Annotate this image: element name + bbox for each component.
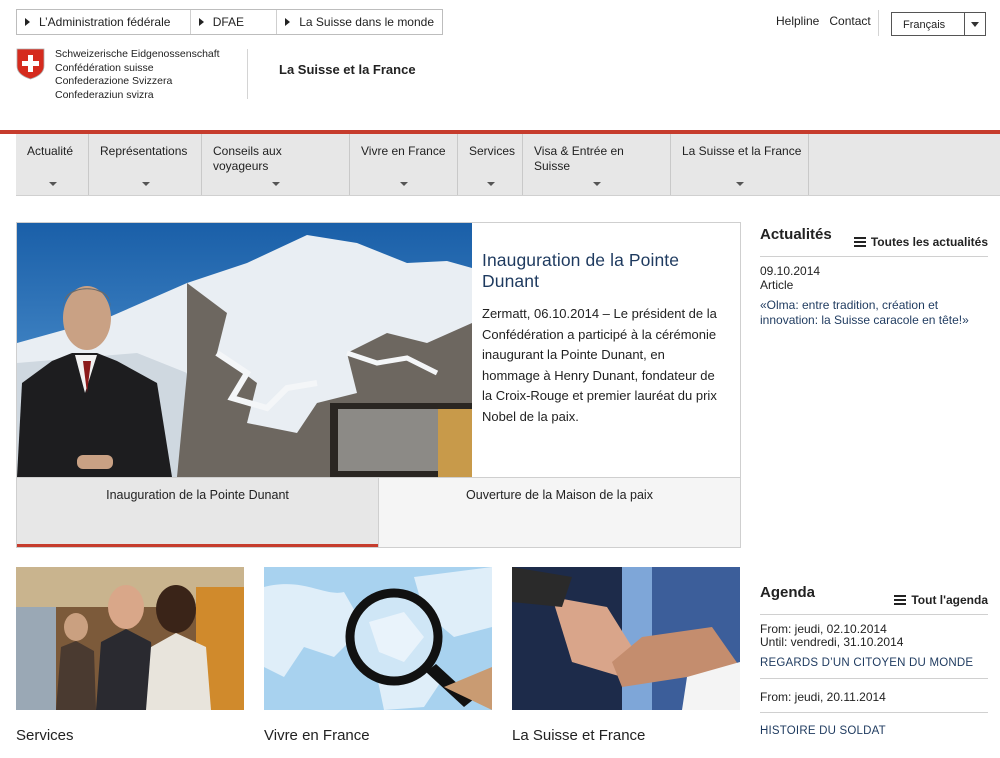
chevron-down-icon <box>736 182 744 186</box>
nav-item-representations[interactable]: Représentations <box>89 134 202 195</box>
chevron-down-icon <box>400 182 408 186</box>
nav-item-label: Représentations <box>100 144 188 158</box>
nav-item-label: Vivre en France <box>361 144 446 158</box>
main-navigation: Actualité Représentations Conseils aux v… <box>16 134 1000 196</box>
nav-item-label: Conseils aux voyageurs <box>213 144 282 173</box>
nav-item-vivre-en-france[interactable]: Vivre en France <box>350 134 458 195</box>
teaser-image-vivre-en-france[interactable] <box>264 567 492 710</box>
chevron-down-icon <box>487 182 495 186</box>
teaser-image-services[interactable] <box>16 567 244 710</box>
hero-tab-maison-paix[interactable]: Ouverture de la Maison de la paix <box>378 478 740 547</box>
breadcrumb-arrow-icon <box>25 18 30 26</box>
all-news-link[interactable]: Toutes les actualités <box>853 235 988 249</box>
teaser-label-vivre-en-france[interactable]: Vivre en France <box>264 727 370 744</box>
chevron-down-icon <box>593 182 601 186</box>
news-type: Article <box>760 278 794 292</box>
list-icon <box>894 595 907 605</box>
confederation-name-fr: Confédération suisse <box>55 61 154 74</box>
list-icon <box>853 237 866 247</box>
hero-tabs: Inauguration de la Pointe Dunant Ouvertu… <box>17 477 740 547</box>
agenda-item-from: From: jeudi, 20.11.2014 <box>760 690 886 704</box>
hero-image[interactable] <box>17 223 472 477</box>
breadcrumb-label: La Suisse dans le monde <box>299 15 435 29</box>
nav-item-suisse-et-france[interactable]: La Suisse et la France <box>671 134 809 195</box>
agenda-header: Agenda Tout l'agenda <box>760 584 988 615</box>
chevron-down-icon <box>142 182 150 186</box>
chevron-down-icon <box>971 21 979 27</box>
hero-tab-pointe-dunant[interactable]: Inauguration de la Pointe Dunant <box>17 478 378 547</box>
logo-divider <box>247 49 248 99</box>
news-heading: Actualités <box>760 226 832 243</box>
breadcrumb: L’Administration fédérale DFAE La Suisse… <box>16 9 443 35</box>
site-title[interactable]: La Suisse et la France <box>279 62 416 77</box>
header-divider <box>878 10 879 36</box>
hero-text: Inauguration de la Pointe Dunant Zermatt… <box>482 250 722 427</box>
chevron-down-icon <box>49 182 57 186</box>
breadcrumb-arrow-icon <box>285 18 291 26</box>
news-header: Actualités Toutes les actualités <box>760 226 988 257</box>
breadcrumb-item-suisse-monde[interactable]: La Suisse dans le monde <box>277 10 442 34</box>
nav-item-services[interactable]: Services <box>458 134 523 195</box>
breadcrumb-item-administration[interactable]: L’Administration fédérale <box>17 10 190 34</box>
agenda-item-link[interactable]: HISTOIRE DU SOLDAT <box>760 725 886 737</box>
helpline-link[interactable]: Helpline <box>776 14 819 28</box>
confederation-names: Schweizerische Eidgenossenschaft Confédé… <box>55 48 220 102</box>
news-item-link[interactable]: «Olma: entre tradition, création et inno… <box>760 298 988 327</box>
hero-body: Zermatt, 06.10.2014 – Le président de la… <box>482 306 717 424</box>
confederation-name-rm: Confederaziun svizra <box>55 88 154 101</box>
agenda-divider <box>760 678 988 679</box>
hero-title[interactable]: Inauguration de la Pointe Dunant <box>482 250 722 292</box>
teaser-image-suisse-et-france[interactable] <box>512 567 740 710</box>
agenda-item-link[interactable]: REGARDS D’UN CITOYEN DU MONDE <box>760 657 973 669</box>
confederation-name-de: Schweizerische Eidgenossenschaft <box>55 48 220 60</box>
chevron-down-icon <box>272 182 280 186</box>
language-dropdown-button[interactable] <box>964 13 985 35</box>
breadcrumb-arrow-icon <box>198 18 204 26</box>
teaser-label-services[interactable]: Services <box>16 727 74 744</box>
nav-item-conseils-voyageurs[interactable]: Conseils aux voyageurs <box>202 134 350 195</box>
all-news-label: Toutes les actualités <box>870 235 988 249</box>
nav-item-actualite[interactable]: Actualité <box>16 134 89 195</box>
contact-link[interactable]: Contact <box>829 14 870 28</box>
confederation-name-it: Confederazione Svizzera <box>55 75 173 87</box>
news-date: 09.10.2014 <box>760 264 821 278</box>
nav-item-label: Visa & Entrée en Suisse <box>534 144 624 173</box>
nav-item-visa-entree[interactable]: Visa & Entrée en Suisse <box>523 134 671 195</box>
nav-item-label: Actualité <box>27 144 74 158</box>
agenda-heading: Agenda <box>760 584 816 601</box>
teaser-label-suisse-et-france[interactable]: La Suisse et France <box>512 727 645 744</box>
swiss-flag-icon <box>16 48 45 80</box>
nav-item-label: La Suisse et la France <box>682 144 802 158</box>
confederation-logo[interactable]: Schweizerische Eidgenossenschaft Confédé… <box>16 48 220 102</box>
all-agenda-link[interactable]: Tout l'agenda <box>894 593 988 607</box>
breadcrumb-label: DFAE <box>212 15 245 29</box>
hero-carousel: Inauguration de la Pointe Dunant Zermatt… <box>16 222 741 548</box>
breadcrumb-item-dfae[interactable]: DFAE <box>191 10 277 34</box>
agenda-item-until: Until: vendredi, 31.10.2014 <box>760 635 904 649</box>
top-links: Helpline Contact <box>776 14 871 28</box>
language-select[interactable]: Français <box>891 12 986 36</box>
agenda-divider <box>760 712 988 713</box>
nav-item-label: Services <box>469 144 516 158</box>
breadcrumb-label: L’Administration fédérale <box>39 15 171 29</box>
language-selected: Français <box>903 19 946 31</box>
all-agenda-label: Tout l'agenda <box>911 593 988 607</box>
